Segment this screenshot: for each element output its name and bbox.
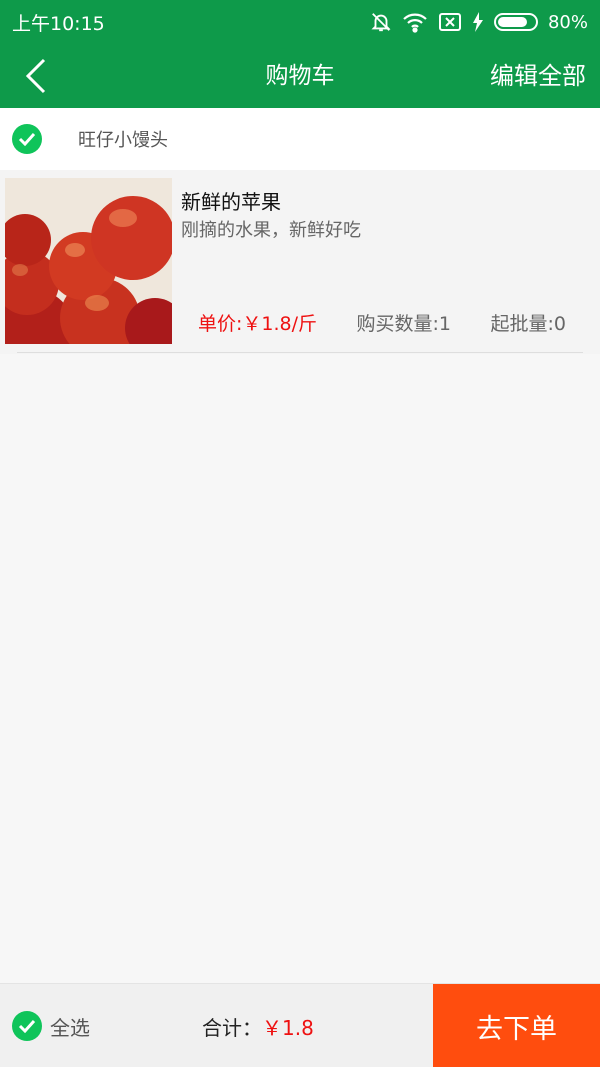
battery-icon <box>493 13 538 31</box>
charging-icon <box>472 12 484 32</box>
cart-item[interactable]: 新鲜的苹果 刚摘的水果，新鲜好吃 单价:￥1.8/斤 购买数量:1 起批量:0 <box>0 170 600 354</box>
product-image <box>5 178 172 344</box>
product-name: 新鲜的苹果 <box>181 190 281 214</box>
price-row: 单价:￥1.8/斤 购买数量:1 起批量:0 <box>198 309 566 336</box>
bottom-bar: 全选 合计： ￥1.8 去下单 <box>0 983 600 1067</box>
back-button[interactable] <box>14 54 58 98</box>
chevron-left-icon <box>25 58 46 94</box>
battery-percent: 80% <box>547 11 588 33</box>
total: 合计： ￥1.8 <box>202 984 314 1067</box>
battery-level <box>497 17 527 27</box>
status-icons: 80% <box>370 11 588 33</box>
checkout-button[interactable]: 去下单 <box>433 984 600 1067</box>
product-description: 刚摘的水果，新鲜好吃 <box>181 220 361 241</box>
status-time: 上午10:15 <box>12 12 105 35</box>
select-all-checkbox[interactable] <box>12 1011 42 1041</box>
select-all-toggle[interactable]: 全选 <box>12 984 90 1067</box>
total-label: 合计： <box>202 1015 262 1040</box>
nav-bar: 购物车 编辑全部 <box>0 44 600 108</box>
wifi-icon <box>402 11 428 33</box>
notifications-off-icon <box>370 11 392 33</box>
check-icon <box>18 1019 36 1033</box>
unit-price: 单价:￥1.8/斤 <box>198 313 318 335</box>
divider <box>17 352 583 353</box>
shop-row: 旺仔小馒头 <box>0 108 600 170</box>
shop-checkbox[interactable] <box>12 124 42 154</box>
total-value: ￥1.8 <box>262 1015 314 1040</box>
check-icon <box>18 132 36 146</box>
edit-all-button[interactable]: 编辑全部 <box>490 44 586 108</box>
purchase-quantity: 购买数量:1 <box>356 313 452 335</box>
shop-name: 旺仔小馒头 <box>78 130 168 151</box>
select-all-label: 全选 <box>50 1015 90 1040</box>
status-bar: 上午10:15 80% <box>0 0 600 44</box>
no-sim-icon <box>438 12 462 32</box>
min-batch: 起批量:0 <box>490 313 567 335</box>
